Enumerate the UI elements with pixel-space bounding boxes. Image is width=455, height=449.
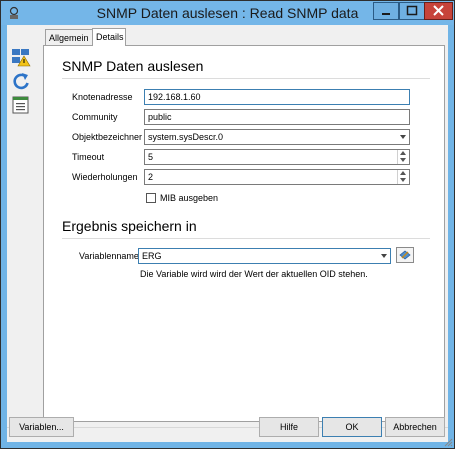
spin-down-icon[interactable]: [400, 178, 406, 182]
tab-allgemein[interactable]: Allgemein: [45, 29, 93, 45]
timeout-stepper[interactable]: 5: [144, 149, 410, 165]
spin-up-icon[interactable]: [400, 151, 406, 155]
details-panel: SNMP Daten auslesen Knotenadresse 192.16…: [43, 45, 445, 422]
variable-name-dropdown[interactable]: ERG: [138, 248, 391, 264]
dialog-window: SNMP Daten auslesen : Read SNMP data All…: [0, 0, 455, 449]
mib-output-checkbox[interactable]: [146, 193, 156, 203]
network-warning-icon[interactable]: [11, 47, 31, 67]
cancel-button[interactable]: Abbrechen: [385, 417, 445, 437]
variable-picker-button[interactable]: [396, 247, 414, 263]
community-input[interactable]: public: [144, 109, 410, 125]
close-button[interactable]: [424, 2, 453, 20]
dialog-body: Allgemein Details SNMP Daten auslesen Kn…: [7, 25, 448, 442]
tab-details[interactable]: Details: [92, 28, 126, 46]
retries-label: Wiederholungen: [72, 172, 138, 182]
retries-spin-buttons[interactable]: [397, 170, 409, 184]
mib-output-label: MIB ausgeben: [160, 193, 219, 203]
section-heading-result: Ergebnis speichern in: [62, 218, 197, 234]
variable-name-value: ERG: [142, 251, 162, 261]
section-divider: [62, 238, 430, 239]
node-address-label: Knotenadresse: [72, 92, 133, 102]
object-identifier-value: system.sysDescr.0: [148, 132, 224, 142]
community-label: Community: [72, 112, 118, 122]
spin-up-icon[interactable]: [400, 171, 406, 175]
help-button[interactable]: Hilfe: [259, 417, 319, 437]
section-divider: [62, 78, 430, 79]
timeout-label: Timeout: [72, 152, 105, 162]
retries-stepper[interactable]: 2: [144, 169, 410, 185]
timeout-value: 5: [148, 152, 154, 162]
resize-grip-icon[interactable]: [444, 438, 453, 447]
chevron-down-icon[interactable]: [400, 135, 406, 139]
node-address-input[interactable]: 192.168.1.60: [144, 89, 410, 105]
retries-value: 2: [148, 172, 154, 182]
list-document-icon[interactable]: [11, 95, 31, 115]
section-heading-snmp: SNMP Daten auslesen: [62, 58, 204, 74]
variable-picker-icon: [397, 250, 413, 264]
variable-name-label: Variablenname: [79, 251, 139, 261]
maximize-button[interactable]: [399, 2, 425, 20]
title-bar[interactable]: SNMP Daten auslesen : Read SNMP data: [1, 1, 454, 25]
refresh-icon[interactable]: [11, 71, 31, 91]
timeout-spin-buttons[interactable]: [397, 150, 409, 164]
minimize-button[interactable]: [373, 2, 399, 20]
object-identifier-dropdown[interactable]: system.sysDescr.0: [144, 129, 410, 145]
ok-button[interactable]: OK: [322, 417, 382, 437]
object-identifier-label: Objektbezeichner: [72, 132, 143, 142]
spin-down-icon[interactable]: [400, 158, 406, 162]
variables-button[interactable]: Variablen...: [9, 417, 74, 437]
chevron-down-icon[interactable]: [381, 254, 387, 258]
variable-hint-text: Die Variable wird wird der Wert der aktu…: [140, 269, 368, 279]
